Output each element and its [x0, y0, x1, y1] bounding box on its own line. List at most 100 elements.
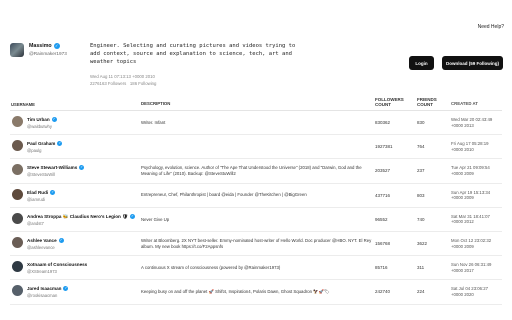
user-description: Writer at Bloomberg. 2X NYT best-seller.…: [141, 237, 372, 249]
verified-icon: ✓: [63, 286, 69, 292]
table-row[interactable]: Paul Graham ✓ @paulg 1927381 764 Fri Aug 17 0…: [10, 135, 502, 160]
profile-avatar: [10, 43, 24, 57]
col-friends-line2: COUNT: [417, 102, 433, 107]
user-cell: Tim Urban ✓ @waitbutwhy: [10, 111, 141, 134]
need-help-link[interactable]: Need Help?: [478, 24, 504, 30]
created-year: +0000 2017: [451, 267, 474, 273]
user-handle[interactable]: @SteveStuWill: [27, 172, 55, 177]
created-year: +0000 2009: [451, 195, 474, 201]
created-year: +0000 2010: [451, 146, 474, 152]
verified-icon: ✓: [51, 117, 57, 122]
followers-count-cell: 96552: [375, 216, 388, 222]
friends-count-cell: 3622: [417, 241, 428, 247]
user-name-row: Andrea Stroppa 🐝 Claudius Nero's Legion …: [27, 214, 135, 220]
user-name-row: Jared Isaacman ✓: [27, 286, 69, 292]
user-cell: Andrea Stroppa 🐝 Claudius Nero's Legion …: [10, 208, 141, 231]
col-followers[interactable]: FOLLOWERS COUNT: [375, 97, 417, 107]
table-row[interactable]: Xotnaam of Consciousness @XStream1973 A co…: [10, 256, 502, 281]
user-avatar[interactable]: [12, 285, 23, 297]
table-row[interactable]: Andrea Stroppa 🐝 Claudius Nero's Legion …: [10, 208, 502, 232]
user-description: Keeping busy on and off the planet 🚀 Shi…: [141, 289, 330, 295]
user-name[interactable]: Ashlee Vance: [27, 238, 57, 243]
user-name-row: Paul Graham ✓: [27, 141, 63, 147]
user-name[interactable]: Xotnaam of Consciousness: [27, 262, 87, 267]
following-count: 186 Following: [129, 81, 157, 86]
user-name-row: Xotnaam of Consciousness: [27, 262, 87, 267]
user-handle[interactable]: @andst7: [27, 221, 44, 226]
profile-name: Massimo: [29, 43, 52, 49]
user-avatar[interactable]: [12, 116, 23, 127]
table-row[interactable]: Steve Stewart-Williams ✓ @SteveStuWill Psyc…: [10, 159, 502, 184]
created-at-cell: Tue Apr 21 09:09:54 +0000 2009: [451, 165, 502, 176]
created-at-cell: Sun Apr 19 15:13:34 +0000 2009: [451, 190, 502, 201]
user-handle[interactable]: @waitbutwhy: [27, 124, 52, 129]
user-avatar[interactable]: [12, 236, 23, 248]
user-avatar[interactable]: [12, 261, 23, 273]
table-row[interactable]: Jared Isaacman ✓ @rookisaacman Keeping busy…: [10, 280, 502, 305]
profile-joined: Wed Aug 11 07:13:13 +0000 2010: [90, 74, 155, 79]
followers-count-cell: 1927381: [375, 144, 393, 150]
created-year: +0000 2009: [451, 243, 474, 249]
login-button[interactable]: Login: [409, 56, 434, 70]
profile-handle: @Rainmaker1973: [29, 51, 67, 56]
friends-count-cell: 237: [417, 168, 425, 174]
col-friends[interactable]: FRIENDS COUNT: [417, 97, 451, 107]
user-name[interactable]: Steve Stewart-Williams: [27, 165, 77, 170]
user-cell: Steve Stewart-Williams ✓ @SteveStuWill: [10, 159, 141, 182]
user-name-row: Tim Urban ✓: [27, 117, 57, 122]
user-name[interactable]: Tim Urban: [27, 117, 50, 122]
table-row[interactable]: Elad Rudi ✓ @iamrudi Entrepreneur, Chef, Ph…: [10, 184, 502, 208]
followers-count-cell: 85716: [375, 265, 388, 271]
user-handle[interactable]: @paulg: [27, 148, 42, 153]
friends-count-cell: 764: [417, 144, 425, 150]
user-handle[interactable]: @rookisaacman: [27, 293, 57, 298]
col-username[interactable]: USERNAME: [10, 102, 141, 107]
col-created[interactable]: CREATED AT: [451, 101, 502, 107]
user-name[interactable]: Jared Isaacman: [27, 286, 61, 291]
created-at-cell: Sat Jul 04 23:06:27 +0000 2020: [451, 286, 502, 297]
table-row[interactable]: Ashlee Vance ✓ @ashleevance Writer at Bloom…: [10, 232, 502, 257]
followers-count-cell: 242740: [375, 289, 391, 295]
user-cell: Jared Isaacman ✓ @rookisaacman: [10, 280, 141, 303]
created-at-cell: Fri Aug 17 05:28:19 +0000 2010: [451, 141, 502, 152]
user-name[interactable]: Andrea Stroppa 🐝 Claudius Nero's Legion …: [27, 214, 128, 220]
created-year: +0000 2012: [451, 219, 474, 225]
created-at-cell: Sat Mar 31 18:41:07 +0000 2012: [451, 214, 502, 225]
friends-count-cell: 311: [417, 265, 425, 271]
verified-icon: ✓: [50, 189, 56, 195]
verified-icon: ✓: [57, 141, 63, 147]
user-avatar[interactable]: [12, 188, 23, 200]
user-name[interactable]: Elad Rudi: [27, 190, 48, 195]
profile-name-row: Massimo ✓: [29, 43, 60, 49]
friends-count-cell: 740: [417, 216, 425, 222]
verified-icon: ✓: [79, 165, 85, 171]
friends-count-cell: 830: [417, 120, 425, 126]
created-at-cell: Wed Mar 20 02:43:49 +0000 2013: [451, 117, 502, 128]
user-handle[interactable]: @ashleevance: [27, 245, 55, 250]
table-header: USERNAME DESCRIPTION FOLLOWERS COUNT FRI…: [10, 91, 502, 111]
user-name[interactable]: Paul Graham: [27, 141, 55, 146]
col-followers-line2: COUNT: [375, 102, 391, 107]
user-avatar[interactable]: [12, 164, 23, 176]
verified-icon: ✓: [129, 214, 135, 220]
followers-count: 2276163 Followers: [90, 81, 127, 86]
user-cell: Ashlee Vance ✓ @ashleevance: [10, 232, 141, 255]
col-description[interactable]: DESCRIPTION: [141, 101, 375, 107]
user-description: Psychology, evolution, science. Author o…: [141, 165, 362, 176]
friends-count-cell: 803: [417, 192, 425, 198]
user-cell: Elad Rudi ✓ @iamrudi: [10, 184, 141, 207]
followers-count-cell: 830362: [375, 120, 391, 126]
table-row[interactable]: Tim Urban ✓ @waitbutwhy Writer. Infant 83036…: [10, 111, 502, 136]
profile-bio: Engineer. Selecting and curating picture…: [90, 43, 296, 65]
user-name-row: Steve Stewart-Williams ✓: [27, 165, 85, 171]
profile-header: Massimo ✓ @Rainmaker1973 Engineer. Selec…: [10, 40, 503, 90]
user-avatar[interactable]: [12, 140, 23, 152]
created-year: +0000 2013: [451, 122, 474, 128]
user-handle[interactable]: @XStream1973: [27, 269, 57, 274]
download-button[interactable]: Download (59 Following): [442, 56, 503, 70]
user-cell: Paul Graham ✓ @paulg: [10, 135, 141, 158]
user-avatar[interactable]: [12, 212, 23, 224]
user-cell: Xotnaam of Consciousness @XStream1973: [10, 256, 141, 279]
following-table: USERNAME DESCRIPTION FOLLOWERS COUNT FRI…: [10, 91, 502, 305]
user-handle[interactable]: @iamrudi: [27, 197, 45, 202]
